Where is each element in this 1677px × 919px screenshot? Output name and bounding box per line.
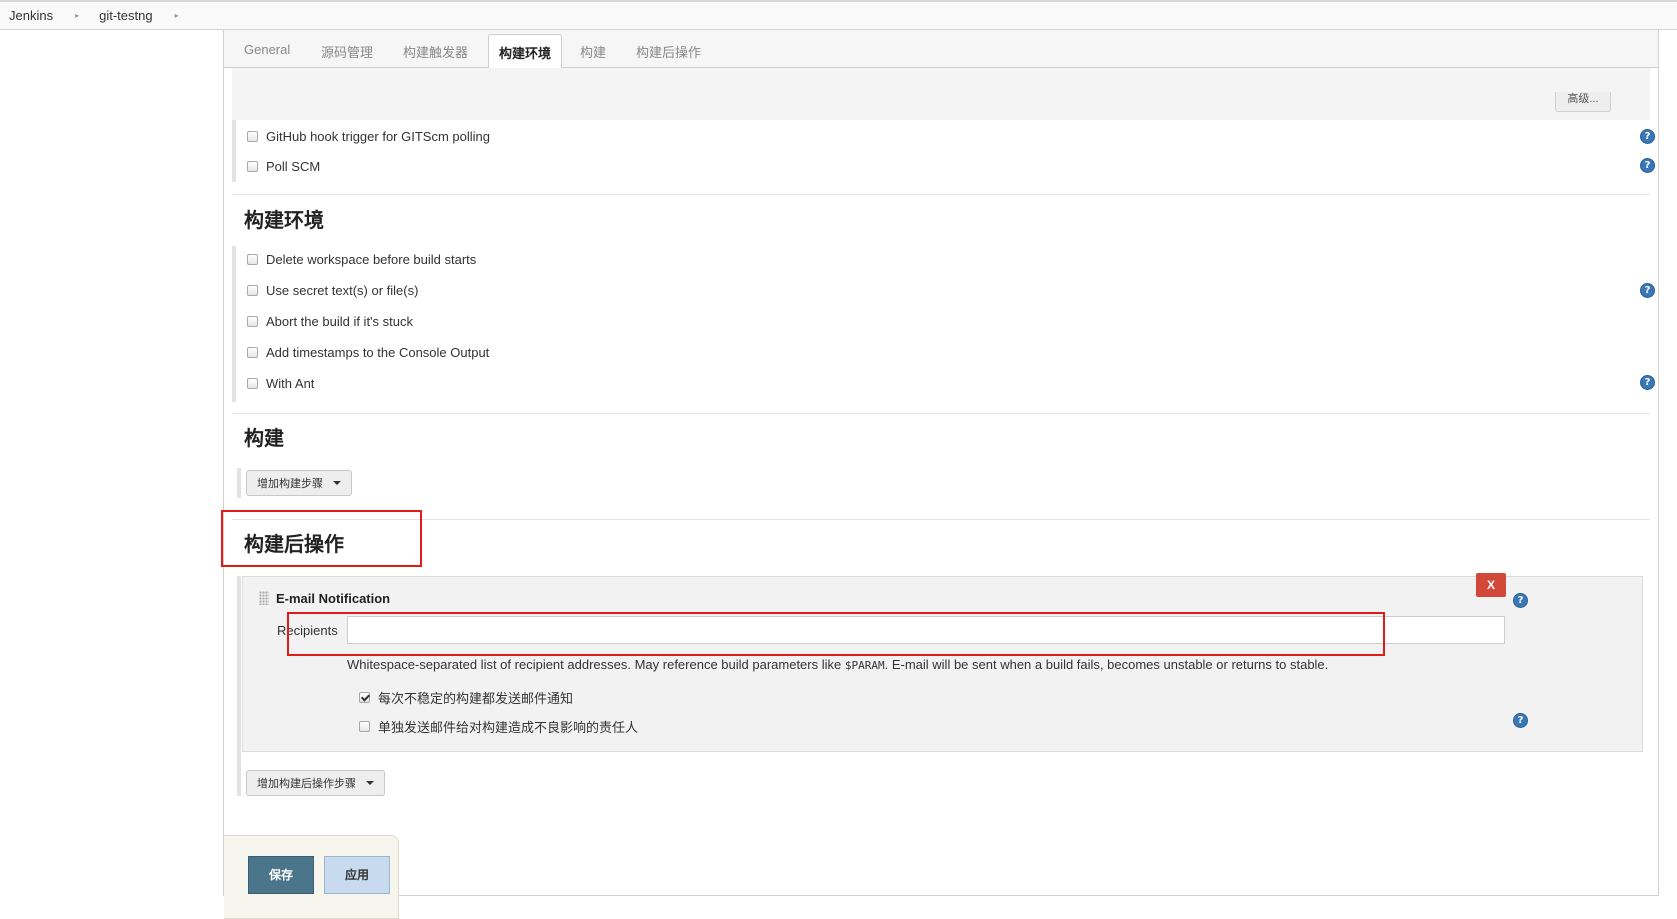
tab-general[interactable]: General (244, 42, 290, 57)
help-icon[interactable]: ? (1513, 593, 1528, 608)
email-notification-title: E-mail Notification (276, 591, 391, 606)
checkbox-label: 每次不稳定的构建都发送邮件通知 (378, 691, 574, 706)
recipients-description: Whitespace-separated list of recipient a… (347, 657, 1328, 672)
checkbox[interactable] (247, 347, 258, 358)
help-icon[interactable]: ? (1513, 713, 1528, 728)
help-icon[interactable]: ? (1640, 129, 1655, 144)
section-divider (232, 194, 1650, 195)
section-indent-bar (232, 120, 236, 182)
checkbox-checked[interactable] (359, 692, 370, 703)
config-panel: General 源码管理 构建触发器 构建环境 构建 构建后操作 高级... G… (221, 30, 1659, 919)
checkbox[interactable] (247, 378, 258, 389)
tab-scm[interactable]: 源码管理 (321, 42, 373, 61)
checkbox-label: With Ant (266, 376, 315, 391)
checkbox-label: Poll SCM (266, 159, 321, 174)
breadcrumb-separator-icon: ▸ (174, 11, 179, 20)
advanced-button[interactable]: 高级... (1555, 92, 1611, 112)
section-indent-bar (237, 468, 241, 498)
checkbox[interactable] (359, 721, 370, 732)
checkbox[interactable] (247, 161, 258, 172)
save-button[interactable]: 保存 (248, 856, 314, 894)
apply-button[interactable]: 应用 (324, 856, 390, 894)
breadcrumb: Jenkins ▸ git-testng ▸ (0, 0, 1677, 30)
trigger-poll-scm[interactable]: Poll SCM (247, 159, 320, 174)
caret-down-icon (333, 481, 341, 485)
checkbox-label: 单独发送邮件给对构建造成不良影响的责任人 (378, 720, 639, 735)
caret-down-icon (366, 781, 374, 785)
form-action-bar: 保存 应用 (224, 835, 399, 919)
highlight-box-recipients (287, 612, 1385, 656)
drag-handle-icon[interactable] (259, 591, 269, 605)
checkbox[interactable] (247, 131, 258, 142)
tab-build-triggers[interactable]: 构建触发器 (403, 42, 468, 61)
breadcrumb-job[interactable]: git-testng (99, 8, 152, 23)
build-title: 构建 (244, 428, 284, 450)
description-text: Whitespace-separated list of recipient a… (347, 657, 845, 672)
env-secret-text[interactable]: Use secret text(s) or file(s) (247, 283, 418, 298)
description-param-code: $PARAM (844, 659, 885, 672)
advanced-strip (232, 68, 1650, 120)
breadcrumb-jenkins[interactable]: Jenkins (9, 8, 53, 23)
tab-build-environment[interactable]: 构建环境 (488, 34, 563, 69)
highlight-box-post-build-title (221, 510, 422, 567)
option-send-to-individuals[interactable]: 单独发送邮件给对构建造成不良影响的责任人 (359, 717, 638, 736)
env-with-ant[interactable]: With Ant (247, 376, 314, 391)
checkbox[interactable] (247, 254, 258, 265)
email-notification-panel: E-mail Notification X ? Recipients White… (242, 573, 1643, 752)
section-divider (232, 413, 1650, 414)
tab-bar: General 源码管理 构建触发器 构建环境 构建 构建后操作 (224, 30, 1658, 69)
section-indent-bar (232, 246, 236, 402)
trigger-github-hook[interactable]: GitHub hook trigger for GITScm polling (247, 129, 490, 144)
checkbox[interactable] (247, 285, 258, 296)
delete-step-button[interactable]: X (1476, 573, 1506, 597)
section-divider (232, 519, 1650, 520)
help-icon[interactable]: ? (1640, 158, 1655, 173)
build-environment-title: 构建环境 (244, 210, 324, 232)
breadcrumb-separator-icon: ▸ (75, 11, 80, 20)
checkbox-label: Abort the build if it's stuck (266, 314, 413, 329)
checkbox-label: Use secret text(s) or file(s) (266, 283, 419, 298)
help-icon[interactable]: ? (1640, 283, 1655, 298)
checkbox[interactable] (247, 316, 258, 327)
tab-build[interactable]: 构建 (580, 42, 606, 61)
add-post-build-step-button[interactable]: 增加构建后操作步骤 (246, 770, 385, 796)
option-send-every-unstable[interactable]: 每次不稳定的构建都发送邮件通知 (359, 688, 573, 707)
description-text-end: . E-mail will be sent when a build fails… (884, 657, 1329, 672)
tab-post-build[interactable]: 构建后操作 (636, 42, 701, 61)
env-abort-stuck[interactable]: Abort the build if it's stuck (247, 314, 413, 329)
checkbox-label: GitHub hook trigger for GITScm polling (266, 129, 490, 144)
env-timestamps[interactable]: Add timestamps to the Console Output (247, 345, 489, 360)
section-indent-bar (237, 576, 241, 796)
help-icon[interactable]: ? (1640, 375, 1655, 390)
checkbox-label: Delete workspace before build starts (266, 252, 477, 267)
add-build-step-label: 增加构建步骤 (257, 478, 323, 490)
add-build-step-button[interactable]: 增加构建步骤 (246, 470, 352, 496)
env-delete-workspace[interactable]: Delete workspace before build starts (247, 252, 476, 267)
checkbox-label: Add timestamps to the Console Output (266, 345, 490, 360)
add-post-build-step-label: 增加构建后操作步骤 (257, 778, 356, 790)
